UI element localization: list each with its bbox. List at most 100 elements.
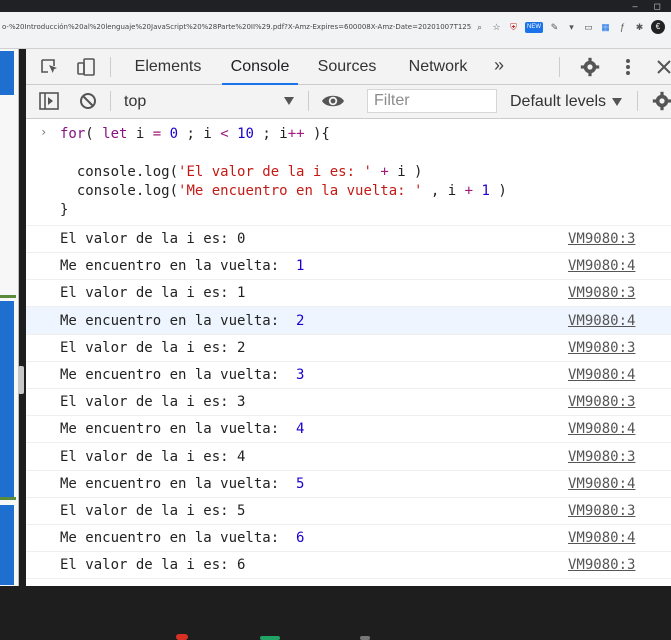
pen-extension-icon[interactable]: ✎ [549, 22, 560, 33]
device-toolbar-icon[interactable] [76, 58, 96, 76]
show-sidebar-icon[interactable] [39, 92, 59, 110]
page-green-line [0, 497, 16, 500]
log-source-link[interactable]: VM9080:4 [568, 421, 635, 437]
vpn-extension-icon[interactable]: ▾ [566, 22, 577, 33]
grid-extension-icon[interactable]: ▦ [600, 22, 611, 33]
restore-button[interactable]: ◻ [654, 0, 661, 12]
screenshot-extension-icon[interactable]: ▭ [583, 22, 594, 33]
more-tabs-button[interactable]: » [494, 49, 504, 84]
window-controls: ‒ ◻ [633, 0, 662, 12]
log-message: El valor de la i es: 6 [60, 557, 245, 573]
log-source-link[interactable]: VM9080:3 [568, 285, 635, 301]
eye-icon[interactable] [321, 92, 345, 110]
console-log-row: Me encuentro en la vuelta: 2 VM9080:4 [26, 306, 671, 335]
bookmark-star-icon[interactable]: ☆ [491, 22, 502, 33]
tab-sources[interactable]: Sources [310, 49, 384, 84]
console-log-row: El valor de la i es: 5 VM9080:3 [26, 497, 671, 525]
toolbar-divider [637, 91, 638, 111]
log-source-link[interactable]: VM9080:3 [568, 503, 635, 519]
log-source-link[interactable]: VM9080:4 [568, 476, 635, 492]
toolbar-divider [559, 57, 560, 77]
taskbar-app-icon[interactable] [260, 636, 280, 640]
console-input-block[interactable]: › for( let i = 0 ; i < 10 ; i++ ){ conso… [26, 119, 671, 226]
taskbar-app-icon[interactable] [360, 636, 370, 640]
taskbar [0, 586, 671, 640]
tab-network[interactable]: Network [398, 49, 478, 84]
page-blue-block [0, 505, 14, 585]
log-text: Me encuentro en la vuelta: [60, 258, 297, 275]
kebab-menu-icon[interactable] [618, 58, 638, 76]
context-selector[interactable]: top [124, 85, 146, 118]
log-message: El valor de la i es: 3 [60, 394, 245, 410]
log-message: El valor de la i es: 0 [60, 231, 245, 247]
log-source-link[interactable]: VM9080:4 [568, 258, 635, 274]
console-log-row: El valor de la i es: 1 VM9080:3 [26, 279, 671, 308]
chevron-down-icon[interactable] [612, 98, 622, 106]
log-message: El valor de la i es: 1 [60, 285, 245, 301]
log-message: Me encuentro en la vuelta: 1 [60, 258, 304, 274]
page-content-pane [0, 49, 19, 586]
code-snippet[interactable]: for( let i = 0 ; i < 10 ; i++ ){ console… [60, 125, 507, 220]
log-text: Me encuentro en la vuelta: [60, 530, 297, 547]
toolbar-divider [110, 91, 111, 111]
log-number: 6 [296, 530, 305, 547]
log-text: El valor de la i es: 1 [60, 285, 246, 302]
font-extension-icon[interactable]: ƒ [617, 22, 628, 33]
new-extension-badge[interactable]: NEW [525, 21, 543, 33]
console-log-row: El valor de la i es: 3 VM9080:3 [26, 388, 671, 417]
browser-url-bar: o-%20Introducción%20al%20lenguaje%20Java… [0, 12, 671, 49]
log-levels-dropdown[interactable]: Default levels [510, 85, 606, 118]
log-source-link[interactable]: VM9080:4 [568, 367, 635, 383]
log-number: 2 [296, 312, 305, 329]
shield-extension-icon[interactable]: ⛨ [508, 22, 519, 33]
console-log-row: Me encuentro en la vuelta: 6 VM9080:4 [26, 524, 671, 553]
log-text: El valor de la i es: 0 [60, 231, 246, 247]
filter-input[interactable] [367, 89, 497, 113]
log-message: El valor de la i es: 2 [60, 340, 245, 356]
puzzle-extensions-icon[interactable]: ✱ [634, 22, 645, 33]
page-blue-block [0, 301, 14, 497]
log-text: El valor de la i es: 2 [60, 339, 246, 356]
log-text: El valor de la i es: 6 [60, 557, 246, 574]
inspect-element-icon[interactable] [40, 58, 60, 76]
log-message: Me encuentro en la vuelta: 6 [60, 530, 304, 546]
address-text[interactable]: o-%20Introducción%20al%20lenguaje%20Java… [2, 23, 472, 31]
log-number: 4 [296, 421, 305, 438]
console-log-row: El valor de la i es: 2 VM9080:3 [26, 334, 671, 362]
log-source-link[interactable]: VM9080:3 [568, 557, 635, 573]
clear-console-icon[interactable] [78, 92, 98, 110]
log-source-link[interactable]: VM9080:3 [568, 449, 635, 465]
prompt-chevron-icon: › [40, 125, 48, 139]
notification-badge[interactable] [176, 634, 188, 640]
log-message: El valor de la i es: 5 [60, 503, 245, 519]
console-output[interactable]: › for( let i = 0 ; i < 10 ; i++ ){ conso… [26, 119, 671, 586]
chevron-down-icon[interactable] [284, 97, 294, 105]
console-log-row: El valor de la i es: 4 VM9080:3 [26, 443, 671, 471]
log-source-link[interactable]: VM9080:3 [568, 340, 635, 356]
minimize-button[interactable]: ‒ [633, 0, 638, 12]
settings-gear-icon[interactable] [580, 57, 600, 77]
tab-elements[interactable]: Elements [126, 49, 210, 84]
zoom-icon[interactable]: ⌕ [474, 22, 485, 33]
console-settings-gear-icon[interactable] [652, 91, 671, 111]
log-source-link[interactable]: VM9080:3 [568, 231, 635, 247]
log-text: Me encuentro en la vuelta: [60, 312, 297, 329]
log-source-link[interactable]: VM9080:4 [568, 530, 635, 546]
log-text: El valor de la i es: 5 [60, 503, 246, 519]
log-text: El valor de la i es: 4 [60, 448, 246, 465]
tab-console[interactable]: Console [222, 49, 298, 85]
page-blue-block [0, 51, 14, 95]
log-source-link[interactable]: VM9080:4 [568, 313, 635, 329]
profile-avatar[interactable]: € [651, 20, 665, 34]
console-log-row: Me encuentro en la vuelta: 4 VM9080:4 [26, 415, 671, 444]
log-message: Me encuentro en la vuelta: 4 [60, 421, 304, 437]
panel-resize-handle[interactable] [18, 366, 24, 394]
log-source-link[interactable]: VM9080:3 [568, 394, 635, 410]
toolbar-divider [308, 91, 309, 111]
log-number: 3 [296, 367, 305, 383]
log-text: Me encuentro en la vuelta: [60, 367, 297, 383]
console-log-row: El valor de la i es: 6 VM9080:3 [26, 551, 671, 580]
page-green-line [0, 295, 16, 298]
close-devtools-icon[interactable] [654, 58, 671, 76]
console-log-row: El valor de la i es: 0 VM9080:3 [26, 225, 671, 253]
